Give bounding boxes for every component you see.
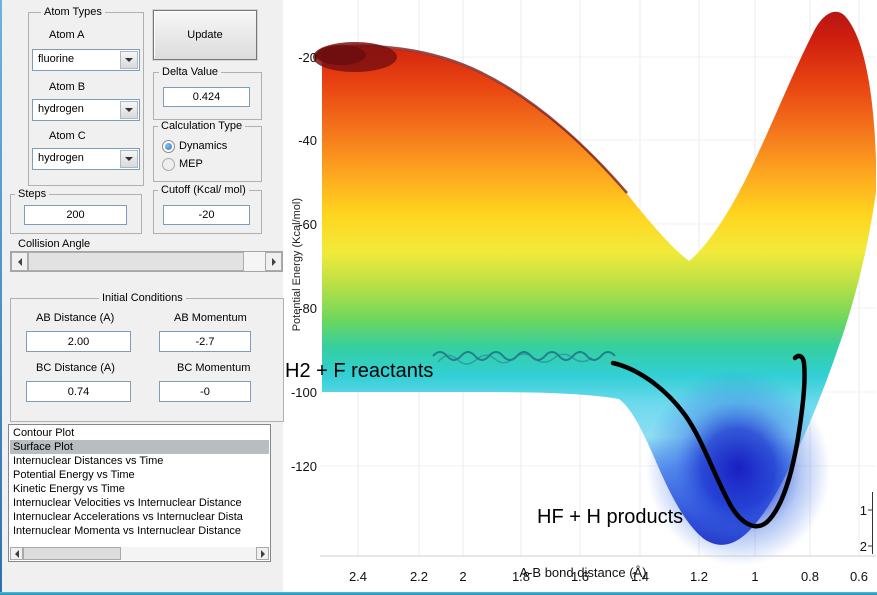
y-tick: -40: [298, 133, 317, 148]
ab-momentum-input[interactable]: [159, 331, 251, 352]
scrollbar-right-arrow[interactable]: [256, 547, 269, 560]
ab-distance-input[interactable]: [26, 331, 131, 352]
bc-tick: 1: [859, 503, 867, 518]
bc-momentum-label: BC Momentum: [177, 362, 251, 374]
bc-distance-input[interactable]: [26, 381, 131, 402]
atom-types-group: Atom Types Atom A fluorine Atom B hydrog…: [28, 6, 144, 186]
list-item[interactable]: Internuclear Distances vs Time: [10, 454, 269, 468]
x-tick: 2.4: [348, 569, 368, 584]
dynamics-radio[interactable]: [162, 140, 175, 153]
bc-distance-label: BC Distance (A): [36, 362, 115, 374]
dynamics-radio-label[interactable]: Dynamics: [179, 140, 227, 152]
dropdown-arrow-icon[interactable]: [120, 101, 138, 119]
atom-c-label: Atom C: [49, 130, 86, 142]
atom-b-select[interactable]: hydrogen: [32, 99, 140, 121]
x-tick: 0.8: [800, 569, 820, 584]
list-item[interactable]: Contour Plot: [10, 426, 269, 440]
y-tick: -100: [290, 385, 317, 400]
y-tick: -20: [298, 50, 317, 65]
products-annotation: HF + H products: [537, 506, 684, 528]
plot-area: -20 -40 -60 -80 -100 -120 Potential Ener…: [283, 0, 877, 595]
delta-value-title: Delta Value: [159, 66, 222, 78]
calculation-type-title: Calculation Type: [158, 120, 246, 132]
atom-c-value: hydrogen: [38, 152, 84, 164]
listbox-items: Contour Plot Surface Plot Internuclear D…: [10, 426, 269, 547]
list-item[interactable]: Internuclear Accelerations vs Internucle…: [10, 510, 269, 524]
plot-type-listbox[interactable]: Contour Plot Surface Plot Internuclear D…: [8, 424, 271, 562]
bc-axis-line: [868, 492, 873, 554]
dropdown-arrow-icon[interactable]: [120, 150, 138, 168]
y-tick: -120: [290, 459, 317, 474]
ab-momentum-label: AB Momentum: [174, 312, 247, 324]
scrollbar-left-arrow[interactable]: [10, 547, 23, 560]
delta-value-group: Delta Value: [153, 66, 262, 120]
bc-momentum-input[interactable]: [159, 381, 251, 402]
window-border-left: [0, 0, 2, 595]
collision-angle-slider[interactable]: [10, 251, 283, 272]
listbox-hscrollbar[interactable]: [10, 547, 269, 560]
x-tick: 1: [751, 569, 759, 584]
bc-tick: 2: [859, 539, 867, 554]
atom-a-value: fluorine: [38, 53, 75, 65]
list-item[interactable]: Internuclear Momenta vs Internuclear Dis…: [10, 524, 269, 538]
mep-radio[interactable]: [162, 158, 175, 171]
list-item[interactable]: Internuclear Velocities vs Internuclear …: [10, 496, 269, 510]
slider-right-arrow[interactable]: [265, 252, 282, 271]
x-tick: 2.2: [409, 569, 429, 584]
x-tick: 0.6: [849, 569, 869, 584]
y-axis-label: Potential Energy (Kcal/mol): [291, 198, 303, 332]
cutoff-title: Cutoff (Kcal/ mol): [158, 184, 249, 196]
initial-conditions-group: Initial Conditions AB Distance (A) AB Mo…: [10, 292, 284, 422]
list-item-selected[interactable]: Surface Plot: [10, 440, 269, 454]
calculation-type-group: Calculation Type Dynamics MEP: [153, 120, 262, 182]
atom-a-label: Atom A: [49, 29, 85, 41]
scrollbar-thumb[interactable]: [23, 547, 121, 560]
initial-conditions-title: Initial Conditions: [99, 292, 186, 304]
x-axis-label: A-B bond distance (Å): [519, 565, 647, 580]
dropdown-arrow-icon[interactable]: [120, 51, 138, 69]
collision-angle-label: Collision Angle: [18, 238, 91, 250]
list-item[interactable]: Kinetic Energy vs Time: [10, 482, 269, 496]
slider-left-arrow[interactable]: [11, 252, 28, 271]
atom-types-title: Atom Types: [41, 6, 105, 18]
slider-track[interactable]: [28, 252, 265, 271]
steps-group: Steps: [10, 188, 142, 234]
mep-radio-label[interactable]: MEP: [179, 158, 203, 170]
reactants-annotation: H2 + F reactants: [285, 360, 434, 382]
ab-distance-label: AB Distance (A): [36, 312, 115, 324]
cutoff-input[interactable]: [163, 205, 250, 225]
list-item[interactable]: Potential Energy vs Time: [10, 468, 269, 482]
atom-b-value: hydrogen: [38, 103, 84, 115]
application-window: -20 -40 -60 -80 -100 -120 Potential Ener…: [0, 0, 877, 595]
atom-b-label: Atom B: [49, 81, 86, 93]
delta-value-input[interactable]: [163, 87, 250, 107]
scrollbar-track[interactable]: [23, 547, 256, 560]
update-button[interactable]: Update: [153, 10, 257, 60]
slider-thumb[interactable]: [28, 252, 244, 271]
atom-a-select[interactable]: fluorine: [32, 49, 140, 71]
atom-c-select[interactable]: hydrogen: [32, 148, 140, 170]
cutoff-group: Cutoff (Kcal/ mol): [153, 184, 262, 234]
steps-title: Steps: [15, 188, 50, 200]
steps-input[interactable]: [24, 205, 127, 225]
